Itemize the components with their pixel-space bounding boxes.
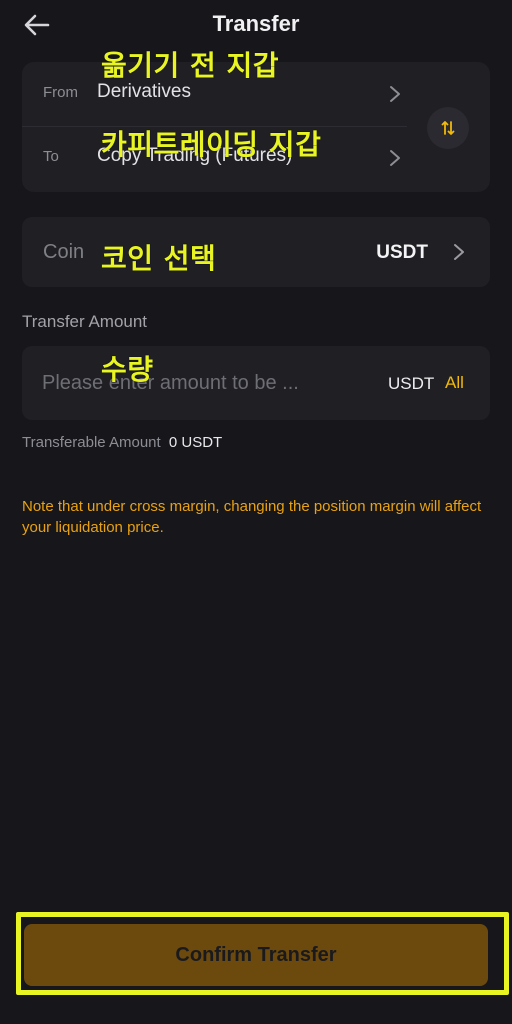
transfer-screen: Transfer From Derivatives To Copy Tradin… [0, 0, 512, 1024]
highlight-box [16, 912, 509, 995]
header: Transfer [0, 0, 512, 50]
swap-button[interactable] [427, 107, 469, 149]
from-label: From [43, 84, 78, 101]
annotation-copy-wallet: 카피트레이딩 지갑 [101, 128, 322, 161]
from-value: Derivatives [97, 81, 191, 102]
transferable-amount: Transferable Amount 0 USDT [22, 434, 222, 451]
transfer-amount-label: Transfer Amount [22, 312, 148, 331]
coin-label: Coin [43, 241, 85, 263]
chevron-right-icon [390, 86, 400, 102]
amount-unit: USDT [388, 374, 435, 393]
to-label: To [43, 148, 59, 165]
amount-input[interactable] [42, 368, 372, 398]
amount-field-container: USDT All [22, 346, 490, 420]
transferable-label: Transferable Amount [22, 434, 161, 451]
coin-value: USDT [376, 242, 428, 263]
annotation-coin-select: 코인 선택 [101, 242, 217, 275]
swap-vertical-icon [441, 121, 455, 135]
page-title: Transfer [212, 11, 300, 36]
chevron-right-icon [454, 244, 464, 260]
transferable-value: 0 USDT [168, 434, 223, 451]
annotation-from-wallet: 옮기기 전 지갑 [101, 49, 280, 82]
annotation-quantity: 수량 [101, 353, 154, 386]
all-button[interactable]: All [445, 373, 464, 393]
chevron-right-icon [390, 150, 400, 166]
coin-selector[interactable]: Coin USDT [22, 217, 490, 287]
margin-note: Note that under cross margin, changing t… [22, 498, 482, 536]
